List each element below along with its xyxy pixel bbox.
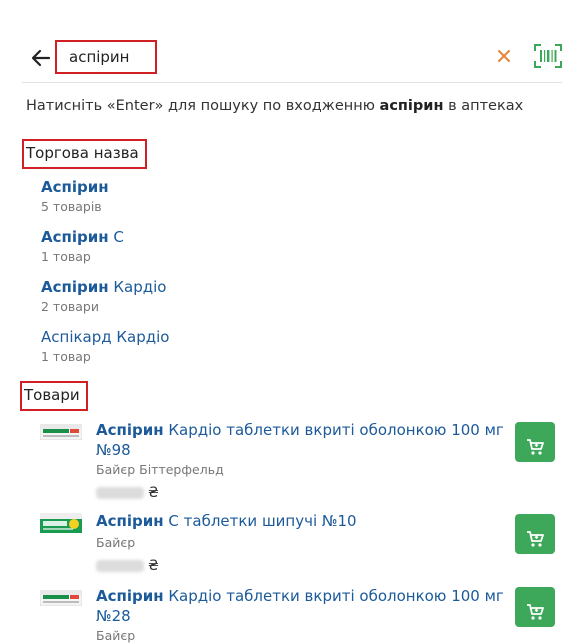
brand-name: Аспірин: [41, 176, 521, 198]
brand-name-match: Аспірин: [41, 278, 109, 296]
product-title[interactable]: Аспірин Кардіо таблетки вкриті оболонкою…: [96, 586, 504, 626]
brand-name: Аспікард Кардіо: [41, 326, 521, 348]
product-title[interactable]: Аспірин С таблетки шипучі №10: [96, 511, 504, 531]
cart-icon: [527, 439, 544, 455]
search-bar: [22, 38, 562, 83]
brand-name-rest: С: [108, 228, 124, 246]
brand-name: Аспірин Кардіо: [41, 276, 521, 298]
product-card: Аспірин Кардіо таблетки вкриті оболонкою…: [39, 421, 560, 504]
brand-name-match: Аспірин: [41, 178, 109, 196]
barcode-scan-icon[interactable]: [534, 44, 562, 68]
arrow-left-icon[interactable]: [30, 47, 52, 69]
product-title[interactable]: Аспірин Кардіо таблетки вкриті оболонкою…: [96, 420, 504, 460]
product-manufacturer: Байєр: [96, 535, 136, 550]
brand-name-match: Аспірин: [41, 228, 109, 246]
brand-count: 1 товар: [41, 349, 91, 364]
add-to-cart-button[interactable]: [515, 587, 555, 627]
close-icon[interactable]: [496, 48, 512, 64]
brand-name-rest: Аспікард Кардіо: [41, 328, 170, 346]
brand-count: 2 товари: [41, 299, 99, 314]
search-input[interactable]: [55, 40, 157, 74]
product-image[interactable]: [39, 589, 83, 607]
hint-suffix: в аптеках: [443, 98, 524, 114]
brand-item[interactable]: Аспірин 5 товарів: [41, 176, 521, 226]
brand-item[interactable]: Аспікард Кардіо 1 товар: [41, 326, 521, 376]
add-to-cart-button[interactable]: [515, 514, 555, 554]
brand-item[interactable]: Аспірин Кардіо 2 товари: [41, 276, 521, 326]
search-page: Натисніть «Enter» для пошуку по входженн…: [0, 0, 583, 644]
brand-name: Аспірин С: [41, 226, 521, 248]
product-title-match: Аспірин: [96, 512, 164, 530]
brands-section-title: Торгова назва: [22, 139, 147, 169]
product-price: ₴: [96, 482, 159, 501]
product-image[interactable]: [39, 423, 83, 441]
currency-sign: ₴: [148, 557, 159, 574]
product-image[interactable]: [40, 513, 82, 533]
search-hint: Натисніть «Enter» для пошуку по входженн…: [26, 98, 523, 114]
hint-term: аспірин: [379, 98, 444, 114]
brand-list: Аспірин 5 товарів Аспірин С 1 товар Аспі…: [41, 176, 521, 376]
brand-item[interactable]: Аспірин С 1 товар: [41, 226, 521, 276]
product-card: Аспірин Кардіо таблетки вкриті оболонкою…: [39, 587, 560, 644]
cart-icon: [527, 531, 544, 547]
product-title-match: Аспірин: [96, 587, 164, 605]
product-price: ₴: [96, 555, 159, 574]
currency-sign: ₴: [148, 484, 159, 501]
product-card: Аспірин С таблетки шипучі №10 Байєр ₴: [40, 512, 560, 575]
brand-name-rest: Кардіо: [108, 278, 167, 296]
price-hidden: [96, 559, 144, 572]
brand-count: 1 товар: [41, 249, 91, 264]
product-title-rest: С таблетки шипучі №10: [163, 512, 357, 530]
cart-icon: [527, 604, 544, 620]
price-hidden: [96, 486, 144, 499]
hint-prefix: Натисніть «Enter» для пошуку по входженн…: [26, 98, 380, 114]
product-manufacturer: Байєр Біттерфельд: [96, 462, 224, 477]
product-title-match: Аспірин: [96, 421, 164, 439]
brand-count: 5 товарів: [41, 199, 102, 214]
add-to-cart-button[interactable]: [515, 422, 555, 462]
products-section-title: Товари: [20, 381, 88, 411]
product-manufacturer: Байєр: [96, 628, 136, 643]
